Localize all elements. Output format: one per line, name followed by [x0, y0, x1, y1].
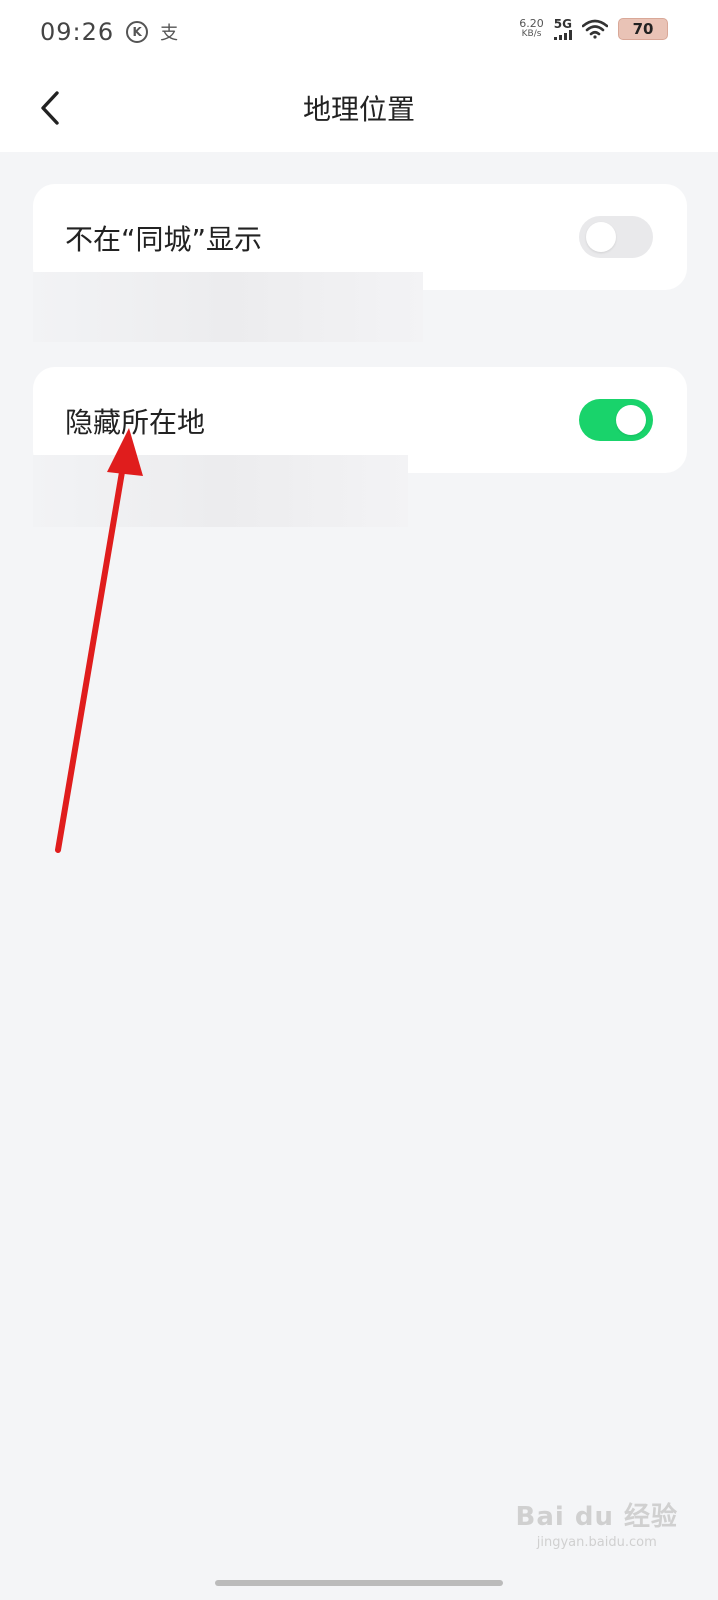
toggle-knob — [586, 222, 616, 252]
setting-label-hide-from-local: 不在“同城”显示 — [65, 223, 263, 256]
watermark-brand: Bai du 经验 — [515, 1502, 678, 1532]
network-speed-unit: KB/s — [521, 29, 542, 39]
network-type: 5G — [553, 17, 572, 31]
wifi-icon — [582, 19, 608, 39]
toggle-hide-from-local[interactable] — [579, 216, 653, 258]
status-left: 09:26 K 支 — [40, 18, 178, 46]
status-right: 6.20 KB/s 5G 70 — [519, 18, 668, 40]
network-speed: 6.20 KB/s — [519, 18, 544, 40]
home-indicator[interactable] — [215, 1580, 503, 1586]
k-app-icon: K — [126, 21, 149, 43]
screen: 09:26 K 支 6.20 KB/s 5G 70 地理位置 不在“同城”显示 … — [0, 0, 718, 1600]
blurred-description — [33, 272, 423, 342]
network-speed-value: 6.20 — [519, 17, 544, 30]
battery-icon: 70 — [618, 18, 668, 40]
setting-label-hide-location: 隐藏所在地 — [65, 406, 206, 439]
watermark-url: jingyan.baidu.com — [536, 1535, 657, 1550]
toggle-hide-location[interactable] — [579, 399, 653, 441]
page-title: 地理位置 — [302, 93, 415, 126]
status-time: 09:26 — [40, 18, 115, 46]
alipay-icon: 支 — [160, 23, 179, 44]
nav-header: 地理位置 — [0, 64, 718, 152]
watermark: Bai du 经验 jingyan.baidu.com — [516, 1496, 679, 1550]
arrow-shaft — [55, 469, 125, 853]
signal-bars-icon — [553, 30, 572, 40]
toggle-knob — [616, 405, 646, 435]
cellular-signal-icon: 5G — [553, 17, 572, 40]
status-bar: 09:26 K 支 6.20 KB/s 5G 70 — [0, 0, 718, 64]
blurred-description — [33, 455, 408, 527]
